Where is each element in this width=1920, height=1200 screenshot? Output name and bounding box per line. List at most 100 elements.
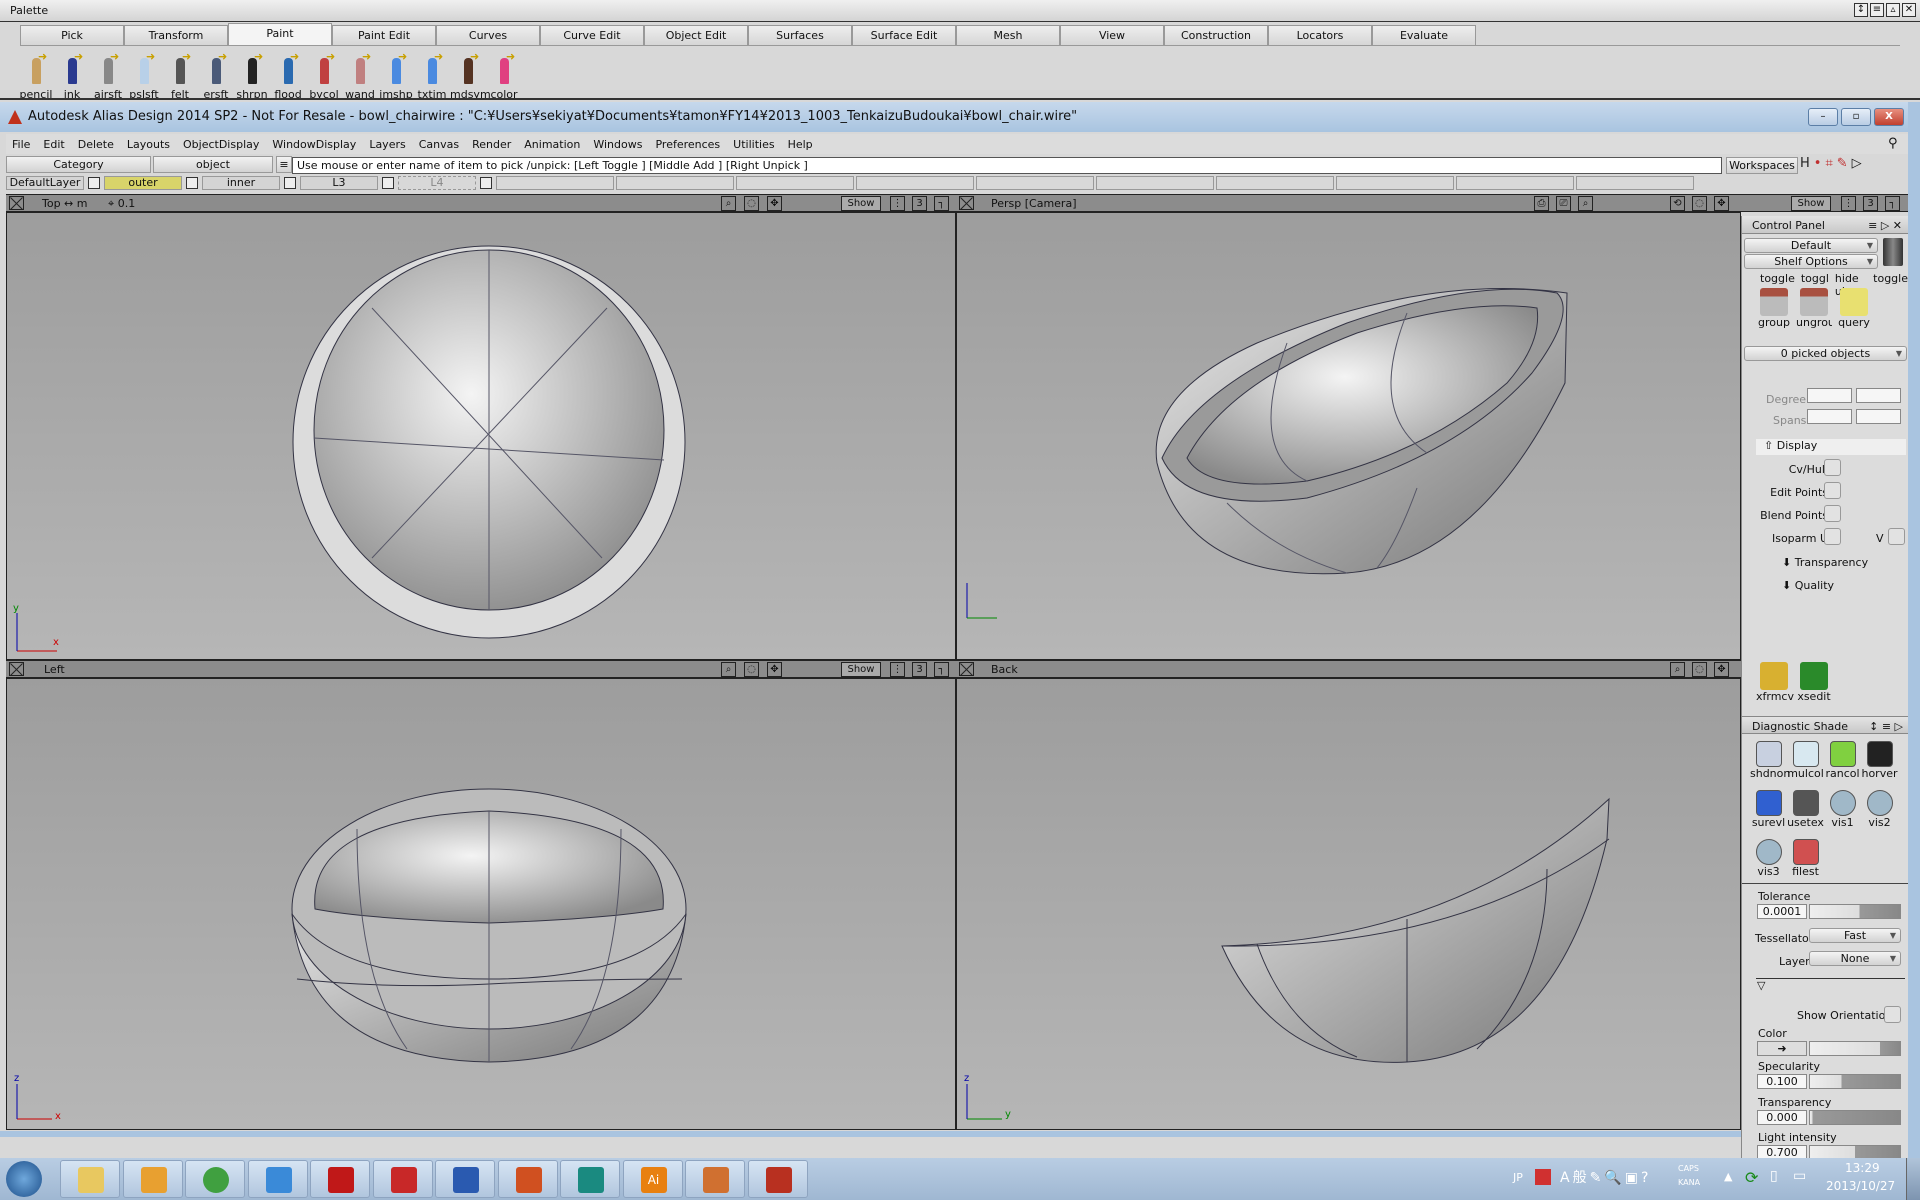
tab-object-edit[interactable]: Object Edit [644, 25, 748, 45]
option-arrow-icon[interactable]: ➜ [398, 50, 407, 63]
workspace-shelf-icons[interactable]: H•⌗✎▷ [1800, 156, 1866, 171]
zoom-icon[interactable]: ⌕ [1670, 662, 1685, 677]
show-hidden-icons[interactable]: ▲ [1724, 1170, 1732, 1183]
tool-felt[interactable]: ➜ felt [162, 50, 198, 101]
spans-u-field[interactable] [1807, 409, 1852, 424]
menu-icon[interactable]: ≡ [1870, 3, 1884, 17]
prompt-line[interactable]: Use mouse or enter name of item to pick … [292, 157, 1722, 174]
diagnostic-usetex[interactable]: usetex [1787, 787, 1824, 836]
menu-animation[interactable]: Animation [524, 138, 580, 151]
option-arrow-icon[interactable]: ➜ [434, 50, 443, 63]
pan-icon[interactable]: ✥ [1714, 196, 1729, 211]
taskbar-illustrator[interactable]: Ai [622, 1160, 683, 1198]
option-arrow-icon[interactable]: ➜ [290, 50, 299, 63]
tab-curve-edit[interactable]: Curve Edit [540, 25, 644, 45]
degree-v-field[interactable] [1856, 388, 1901, 403]
maximize-viewport-icon[interactable] [9, 662, 24, 676]
panel-menu-icons[interactable]: ≡ ▷ ✕ [1868, 219, 1902, 232]
isoparm-v-toggle[interactable] [1888, 528, 1905, 545]
viewport-number[interactable]: 3 [912, 662, 927, 677]
menu-edit[interactable]: Edit [43, 138, 64, 151]
ime-mode-icons[interactable]: A般✎🔍▣? [1560, 1167, 1651, 1187]
empty-layer-slot[interactable] [736, 176, 854, 190]
layer-visibility-checkbox[interactable] [186, 177, 198, 189]
taskbar-explorer[interactable] [60, 1160, 120, 1198]
taskbar-autocad[interactable] [747, 1160, 808, 1198]
language-indicator[interactable]: JP [1513, 1171, 1523, 1184]
option-arrow-icon[interactable]: ➜ [146, 50, 155, 63]
shelf-item-group[interactable]: group [1756, 288, 1792, 329]
menu-delete[interactable]: Delete [78, 138, 114, 151]
menu-preferences[interactable]: Preferences [655, 138, 720, 151]
tab-evaluate[interactable]: Evaluate [1372, 25, 1476, 45]
preset-dropdown[interactable]: Default [1744, 238, 1878, 253]
blend-points-toggle[interactable] [1824, 505, 1841, 522]
diagnostic-rancol[interactable]: rancol [1824, 738, 1861, 787]
pick-object-button[interactable]: object [153, 156, 273, 173]
tab-locators[interactable]: Locators [1268, 25, 1372, 45]
menu-layers[interactable]: Layers [369, 138, 405, 151]
taskbar-powerpoint[interactable] [497, 1160, 558, 1198]
layer-inner[interactable]: inner [202, 176, 280, 190]
corner-icon[interactable]: ┐ [1885, 196, 1900, 211]
cv-hull-toggle[interactable] [1824, 459, 1841, 476]
ruler-icon[interactable]: ⋮ [1841, 196, 1856, 211]
shelf-item-query[interactable]: query [1836, 288, 1872, 329]
tessellator-dropdown[interactable]: Fast [1809, 928, 1901, 943]
zoom-icon[interactable]: ⌕ [721, 196, 736, 211]
tool-color[interactable]: ➜ color [486, 50, 522, 101]
shelf-options-dropdown[interactable]: Shelf Options [1744, 254, 1878, 269]
tool-imshp[interactable]: ➜ imshp [378, 50, 414, 101]
diagnostic-vis2[interactable]: vis2 [1861, 787, 1898, 836]
maximize-viewport-icon[interactable] [959, 662, 974, 676]
tab-construction[interactable]: Construction [1164, 25, 1268, 45]
empty-layer-slot[interactable] [1336, 176, 1454, 190]
diagnostic-vis1[interactable]: vis1 [1824, 787, 1861, 836]
expand-icon[interactable]: ▽ [1757, 979, 1765, 992]
diagnostic-vis3[interactable]: vis3 [1750, 836, 1787, 885]
tab-mesh[interactable]: Mesh [956, 25, 1060, 45]
shelf-toggle-label[interactable]: toggle [1873, 272, 1908, 298]
persp-viewport[interactable] [956, 212, 1741, 660]
corner-icon[interactable]: ┐ [934, 196, 949, 211]
tool-xfrmcv[interactable]: xfrmcv [1756, 662, 1794, 703]
dolly-icon[interactable]: ◌ [744, 196, 759, 211]
taskbar-word[interactable] [435, 1160, 495, 1198]
show-button[interactable]: Show [1791, 196, 1831, 211]
edit-points-toggle[interactable] [1824, 482, 1841, 499]
option-arrow-icon[interactable]: ➜ [254, 50, 263, 63]
tool-xsedit[interactable]: xsedit [1796, 662, 1832, 703]
taskbar-internet-explorer[interactable] [247, 1160, 308, 1198]
tumble-icon[interactable]: ⟲ [1670, 196, 1685, 211]
show-orientation-toggle[interactable] [1884, 1006, 1901, 1023]
layer-defaultlayer[interactable]: DefaultLayer [6, 176, 84, 190]
menu-utilities[interactable]: Utilities [733, 138, 774, 151]
layer-visibility-checkbox[interactable] [480, 177, 492, 189]
color-arrow-icon[interactable]: ➜ [1757, 1041, 1807, 1056]
zoom-icon[interactable]: ⌕ [721, 662, 736, 677]
tab-view[interactable]: View [1060, 25, 1164, 45]
tool-bycol[interactable]: ➜ bycol [306, 50, 342, 101]
taskbar-outlook[interactable] [122, 1160, 183, 1198]
show-button[interactable]: Show [841, 196, 881, 211]
layer-l4[interactable]: L4 [398, 176, 476, 190]
left-viewport[interactable]: xz [6, 678, 956, 1130]
tab-surface-edit[interactable]: Surface Edit [852, 25, 956, 45]
option-arrow-icon[interactable]: ➜ [326, 50, 335, 63]
workspaces-button[interactable]: Workspaces [1726, 157, 1798, 174]
panel-menu-icons[interactable]: ↕ ≡ ▷ [1869, 720, 1903, 733]
display-section-header[interactable]: ⇧ Display [1756, 439, 1906, 455]
transparency-field[interactable]: 0.000 [1757, 1110, 1807, 1125]
diagnostic-mulcol[interactable]: mulcol [1787, 738, 1824, 787]
maximize-viewport-icon[interactable] [9, 196, 24, 210]
option-arrow-icon[interactable]: ➜ [110, 50, 119, 63]
ime-icon[interactable] [1535, 1169, 1551, 1185]
tool-pslsft[interactable]: ➜ pslsft [126, 50, 162, 101]
tool-flood[interactable]: ➜ flood [270, 50, 306, 101]
maximize-viewport-icon[interactable] [959, 196, 974, 210]
pan-icon[interactable]: ✥ [767, 196, 782, 211]
taskbar-sketchbook[interactable] [685, 1160, 745, 1198]
prompt-history-icon[interactable]: ≡ [276, 156, 292, 173]
empty-layer-slot[interactable] [1096, 176, 1214, 190]
tab-paint[interactable]: Paint [228, 23, 332, 45]
